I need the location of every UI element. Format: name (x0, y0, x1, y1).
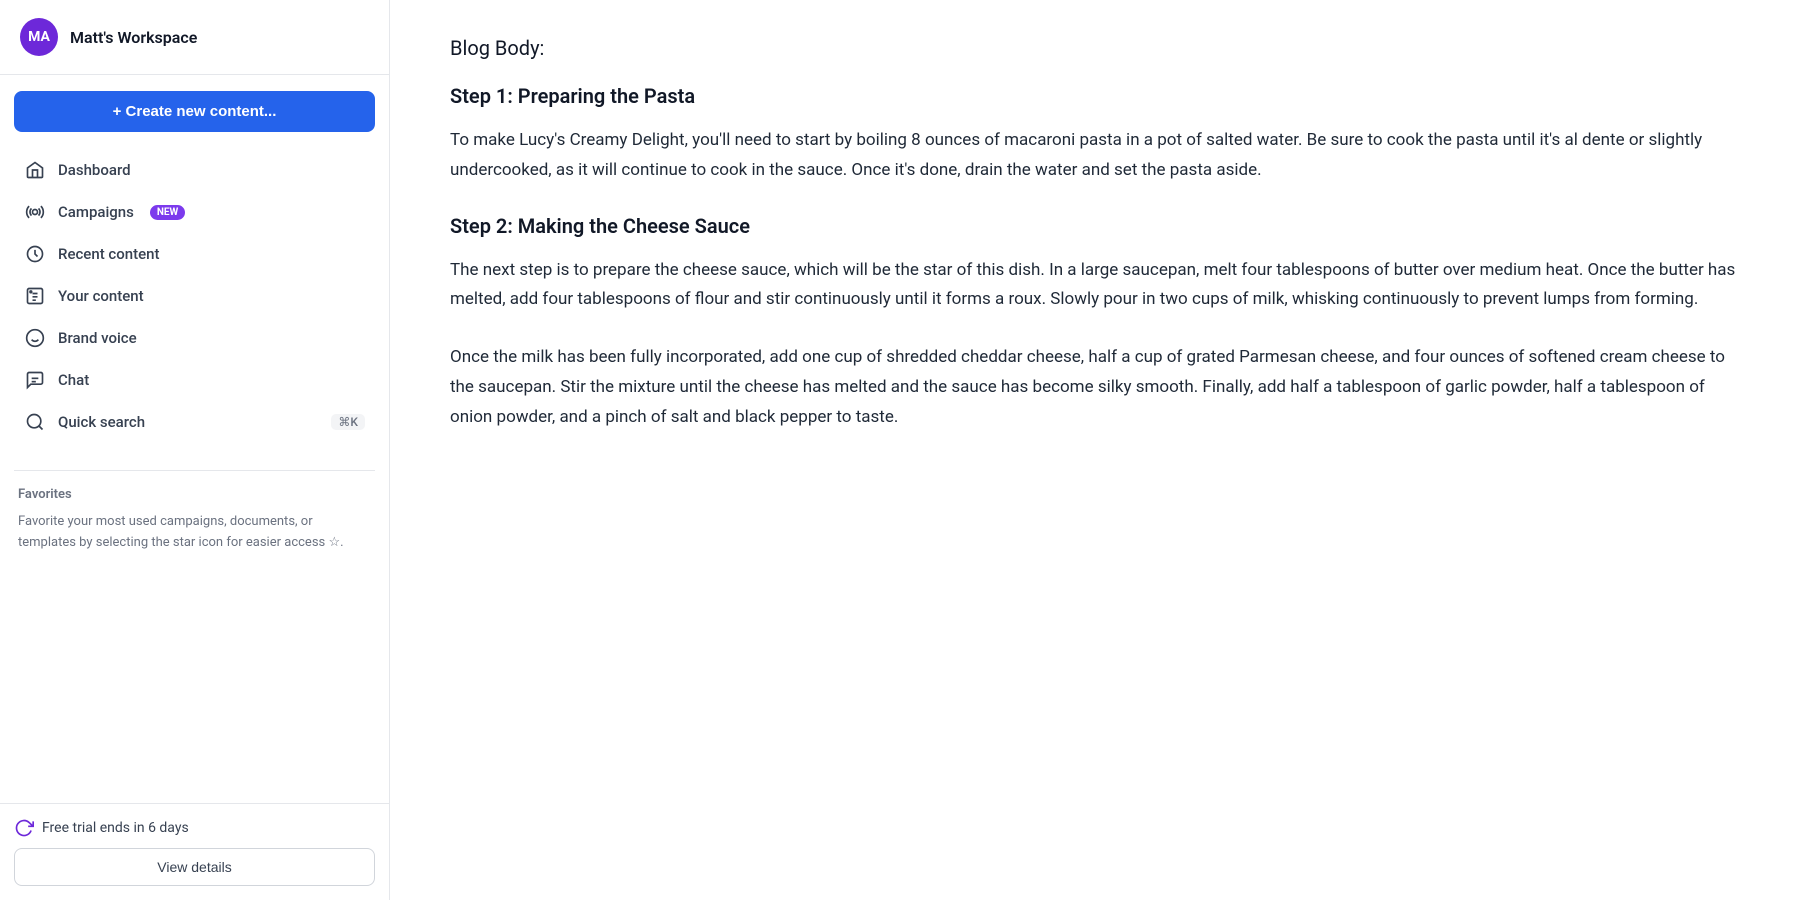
sidebar-item-label: Brand voice (58, 329, 137, 347)
workspace-name: Matt's Workspace (70, 28, 197, 47)
create-new-content-button[interactable]: + Create new content... (14, 91, 375, 132)
favorites-description: Favorite your most used campaigns, docum… (14, 512, 375, 554)
sidebar: MA Matt's Workspace + Create new content… (0, 0, 390, 900)
section-2-paragraph-1: The next step is to prepare the cheese s… (450, 256, 1740, 316)
sidebar-item-campaigns[interactable]: Campaigns NEW (14, 192, 375, 232)
avatar: MA (20, 18, 58, 56)
sidebar-item-label: Campaigns (58, 203, 134, 221)
brand-voice-icon (24, 327, 46, 349)
sidebar-item-quick-search[interactable]: Quick search ⌘K (14, 402, 375, 442)
nav-list: Dashboard Campaigns NEW (14, 150, 375, 442)
section-2-paragraph-2: Once the milk has been fully incorporate… (450, 343, 1740, 432)
favorites-section: Favorites Favorite your most used campai… (14, 487, 375, 787)
section-1-paragraph-1: To make Lucy's Creamy Delight, you'll ne… (450, 126, 1740, 186)
sidebar-item-your-content[interactable]: Your content (14, 276, 375, 316)
sidebar-item-label: Recent content (58, 245, 159, 263)
section-2-heading: Step 2: Making the Cheese Sauce (450, 214, 1740, 238)
trial-icon (14, 818, 34, 838)
sidebar-item-label: Chat (58, 371, 89, 389)
quick-search-shortcut: ⌘K (331, 414, 365, 430)
main-content: Blog Body: Step 1: Preparing the Pasta T… (390, 0, 1800, 900)
favorites-title: Favorites (14, 487, 375, 502)
search-icon (24, 411, 46, 433)
content-icon (24, 285, 46, 307)
sidebar-item-dashboard[interactable]: Dashboard (14, 150, 375, 190)
sidebar-item-recent-content[interactable]: Recent content (14, 234, 375, 274)
section-1-heading: Step 1: Preparing the Pasta (450, 84, 1740, 108)
blog-section-1: Step 1: Preparing the Pasta To make Lucy… (450, 84, 1740, 186)
sidebar-item-chat[interactable]: Chat (14, 360, 375, 400)
sidebar-content: + Create new content... Dashboard (0, 75, 389, 803)
sidebar-item-label: Your content (58, 287, 144, 305)
sidebar-item-label: Quick search (58, 413, 145, 431)
trial-notice: Free trial ends in 6 days (14, 818, 375, 838)
blog-section-2: Step 2: Making the Cheese Sauce The next… (450, 214, 1740, 433)
blog-label: Blog Body: (450, 36, 1740, 60)
sidebar-footer: Free trial ends in 6 days View details (0, 803, 389, 900)
trial-text: Free trial ends in 6 days (42, 820, 189, 836)
chat-icon (24, 369, 46, 391)
workspace-header: MA Matt's Workspace (0, 0, 389, 75)
recent-icon (24, 243, 46, 265)
home-icon (24, 159, 46, 181)
view-details-button[interactable]: View details (14, 848, 375, 886)
campaigns-icon (24, 201, 46, 223)
sidebar-item-label: Dashboard (58, 161, 131, 179)
sidebar-item-brand-voice[interactable]: Brand voice (14, 318, 375, 358)
new-badge: NEW (150, 205, 185, 220)
divider (14, 470, 375, 471)
